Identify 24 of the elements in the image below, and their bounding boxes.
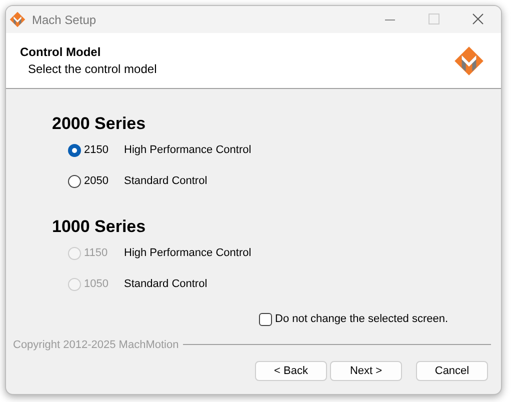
radio-button[interactable] bbox=[68, 144, 81, 157]
brand-logo-icon bbox=[453, 44, 485, 76]
series-heading: 2000 Series bbox=[52, 113, 147, 135]
model-description: High Performance Control bbox=[124, 246, 252, 262]
series-heading: 1000 Series bbox=[52, 216, 147, 238]
header-title: Control Model bbox=[20, 44, 102, 60]
checkbox-label: Do not change the selected screen. bbox=[275, 312, 448, 327]
checkbox[interactable] bbox=[259, 312, 272, 326]
model-description: High Performance Control bbox=[124, 143, 252, 158]
close-icon[interactable] bbox=[472, 13, 484, 25]
model-number: 1050 bbox=[84, 277, 110, 292]
model-number: 1150 bbox=[84, 246, 109, 262]
model-number: 2150 bbox=[84, 143, 110, 158]
model-number: 2050 bbox=[84, 174, 110, 190]
dialog-button[interactable]: Cancel bbox=[416, 361, 488, 381]
dialog-button[interactable]: < Back bbox=[255, 361, 327, 381]
radio-button[interactable] bbox=[68, 175, 81, 188]
header-subtitle: Select the control model bbox=[27, 60, 157, 78]
model-description: Standard Control bbox=[124, 174, 208, 190]
model-description: Standard Control bbox=[124, 277, 208, 292]
dialog-button[interactable]: Next > bbox=[330, 361, 402, 381]
copyright-text: Copyright 2012-2025 MachMotion bbox=[13, 338, 179, 352]
app-logo-icon bbox=[9, 11, 26, 28]
window-title: Mach Setup bbox=[32, 12, 96, 28]
